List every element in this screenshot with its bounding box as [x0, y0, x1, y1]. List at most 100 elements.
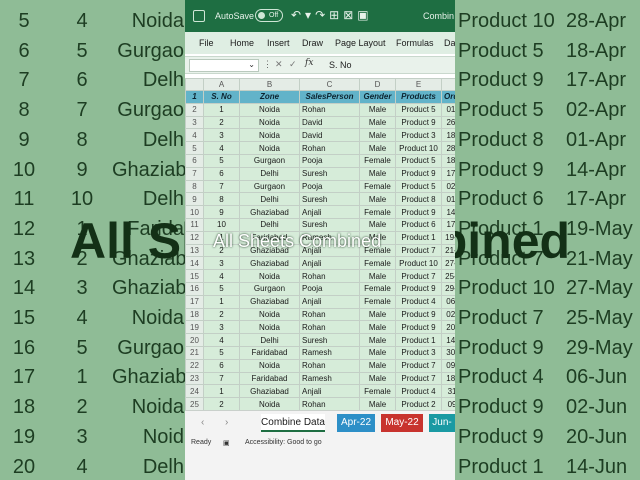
table-cell[interactable]: 1: [203, 102, 240, 117]
table-cell[interactable]: 09-Jun: [441, 358, 455, 373]
header-cell[interactable]: S. No: [203, 90, 240, 104]
table-cell[interactable]: Rohan: [299, 358, 360, 373]
table-cell[interactable]: Ghaziabad: [239, 384, 300, 399]
table-cell[interactable]: Product 5: [395, 153, 442, 168]
cancel-icon[interactable]: ✕: [275, 59, 283, 70]
table-cell[interactable]: Gurgaon: [239, 153, 300, 168]
table-cell[interactable]: Gurgaon: [239, 281, 300, 296]
table-cell[interactable]: Male: [359, 166, 396, 181]
check-icon[interactable]: ✓: [289, 59, 297, 70]
table-cell[interactable]: Male: [359, 371, 396, 386]
table-cell[interactable]: Male: [359, 307, 396, 322]
table-cell[interactable]: Product 9: [395, 166, 442, 181]
table-cell[interactable]: Noida: [239, 141, 300, 155]
table-cell[interactable]: 31-Jul: [441, 384, 455, 399]
table-cell[interactable]: Product 7: [395, 371, 442, 386]
table-cell[interactable]: 4: [203, 269, 240, 283]
table-cell[interactable]: 18-Jun: [441, 371, 455, 386]
formula-input[interactable]: S. No: [329, 60, 352, 70]
column-letter[interactable]: E: [395, 78, 442, 91]
table-cell[interactable]: Male: [359, 115, 396, 130]
table-cell[interactable]: 02-Apr: [441, 179, 455, 194]
table-cell[interactable]: 28-Apr: [441, 141, 455, 155]
table-cell[interactable]: 26-Apr: [441, 115, 455, 130]
table-cell[interactable]: Delhi: [239, 333, 300, 347]
table-cell[interactable]: Ghaziabad: [239, 205, 300, 219]
table-cell[interactable]: Product 5: [395, 102, 442, 117]
table-cell[interactable]: Ramesh: [299, 345, 360, 360]
table-cell[interactable]: Suresh: [299, 333, 360, 347]
row-number[interactable]: 25: [185, 397, 204, 411]
table-cell[interactable]: Rohan: [299, 269, 360, 283]
table-cell[interactable]: 20-Jun: [441, 320, 455, 335]
row-number[interactable]: 10: [185, 205, 204, 219]
table-cell[interactable]: 2: [203, 397, 240, 411]
column-letter[interactable]: B: [239, 78, 300, 91]
table-cell[interactable]: Delhi: [239, 166, 300, 181]
table-cell[interactable]: 2: [203, 115, 240, 130]
table-cell[interactable]: Female: [359, 205, 396, 219]
quick-access-icons[interactable]: ↶▾↷⊞⊠▣: [291, 8, 373, 22]
table-cell[interactable]: Female: [359, 179, 396, 194]
table-cell[interactable]: David: [299, 115, 360, 130]
table-cell[interactable]: Male: [359, 358, 396, 373]
table-cell[interactable]: 30-Jun: [441, 345, 455, 360]
row-number[interactable]: 18: [185, 307, 204, 322]
table-cell[interactable]: Product 1: [395, 333, 442, 347]
table-cell[interactable]: 19-May: [441, 230, 455, 245]
next-sheet-icon[interactable]: ›: [225, 417, 228, 428]
table-cell[interactable]: Product 3: [395, 128, 442, 143]
menu-item-insert[interactable]: Insert: [267, 38, 290, 48]
table-cell[interactable]: Product 9: [395, 115, 442, 130]
table-cell[interactable]: Delhi: [239, 217, 300, 232]
column-letter[interactable]: C: [299, 78, 360, 91]
row-number[interactable]: 14: [185, 256, 204, 271]
table-cell[interactable]: Product 9: [395, 281, 442, 296]
table-cell[interactable]: Rohan: [299, 102, 360, 117]
table-cell[interactable]: Male: [359, 320, 396, 335]
table-cell[interactable]: 1: [203, 294, 240, 309]
row-number[interactable]: 16: [185, 281, 204, 296]
table-cell[interactable]: Product 4: [395, 384, 442, 399]
table-cell[interactable]: 18-Apr: [441, 128, 455, 143]
table-cell[interactable]: 6: [203, 166, 240, 181]
header-cell[interactable]: Gender: [359, 90, 396, 104]
table-cell[interactable]: Ghaziabad: [239, 256, 300, 271]
table-cell[interactable]: Product 9: [395, 320, 442, 335]
menu-item-da[interactable]: Da: [444, 38, 455, 48]
table-cell[interactable]: 17-Apr: [441, 166, 455, 181]
table-cell[interactable]: 7: [203, 179, 240, 194]
table-cell[interactable]: Product 7: [395, 269, 442, 283]
column-letter[interactable]: D: [359, 78, 396, 91]
table-cell[interactable]: 4: [203, 333, 240, 347]
row-number[interactable]: 9: [185, 192, 204, 207]
function-icon[interactable]: fx: [305, 58, 313, 68]
table-cell[interactable]: 5: [203, 345, 240, 360]
menu-item-draw[interactable]: Draw: [302, 38, 323, 48]
tab-apr-22[interactable]: Apr-22: [337, 414, 375, 432]
table-cell[interactable]: Female: [359, 281, 396, 296]
table-cell[interactable]: 7: [203, 371, 240, 386]
menu-item-page-layout[interactable]: Page Layout: [335, 38, 386, 48]
table-cell[interactable]: 14-Jun: [441, 333, 455, 347]
more-icon[interactable]: ⋮: [263, 59, 272, 70]
table-cell[interactable]: Product 9: [395, 205, 442, 219]
header-cell[interactable]: Zone: [239, 90, 300, 104]
chevron-down-icon[interactable]: ⌄: [248, 60, 255, 69]
table-cell[interactable]: 09-Jul: [441, 397, 455, 411]
table-cell[interactable]: Pooja: [299, 281, 360, 296]
table-cell[interactable]: Ghaziabad: [239, 294, 300, 309]
table-cell[interactable]: Anjali: [299, 205, 360, 219]
table-cell[interactable]: Noida: [239, 269, 300, 283]
table-cell[interactable]: Noida: [239, 320, 300, 335]
header-cell[interactable]: Products: [395, 90, 442, 104]
table-cell[interactable]: Male: [359, 128, 396, 143]
prev-sheet-icon[interactable]: ‹: [201, 417, 204, 428]
table-cell[interactable]: Rohan: [299, 141, 360, 155]
menu-item-home[interactable]: Home: [230, 38, 254, 48]
table-cell[interactable]: 21-May: [441, 243, 455, 258]
table-cell[interactable]: Product 8: [395, 192, 442, 207]
row-number[interactable]: 22: [185, 358, 204, 373]
table-cell[interactable]: 01-Apr: [441, 192, 455, 207]
row-number[interactable]: 23: [185, 371, 204, 386]
